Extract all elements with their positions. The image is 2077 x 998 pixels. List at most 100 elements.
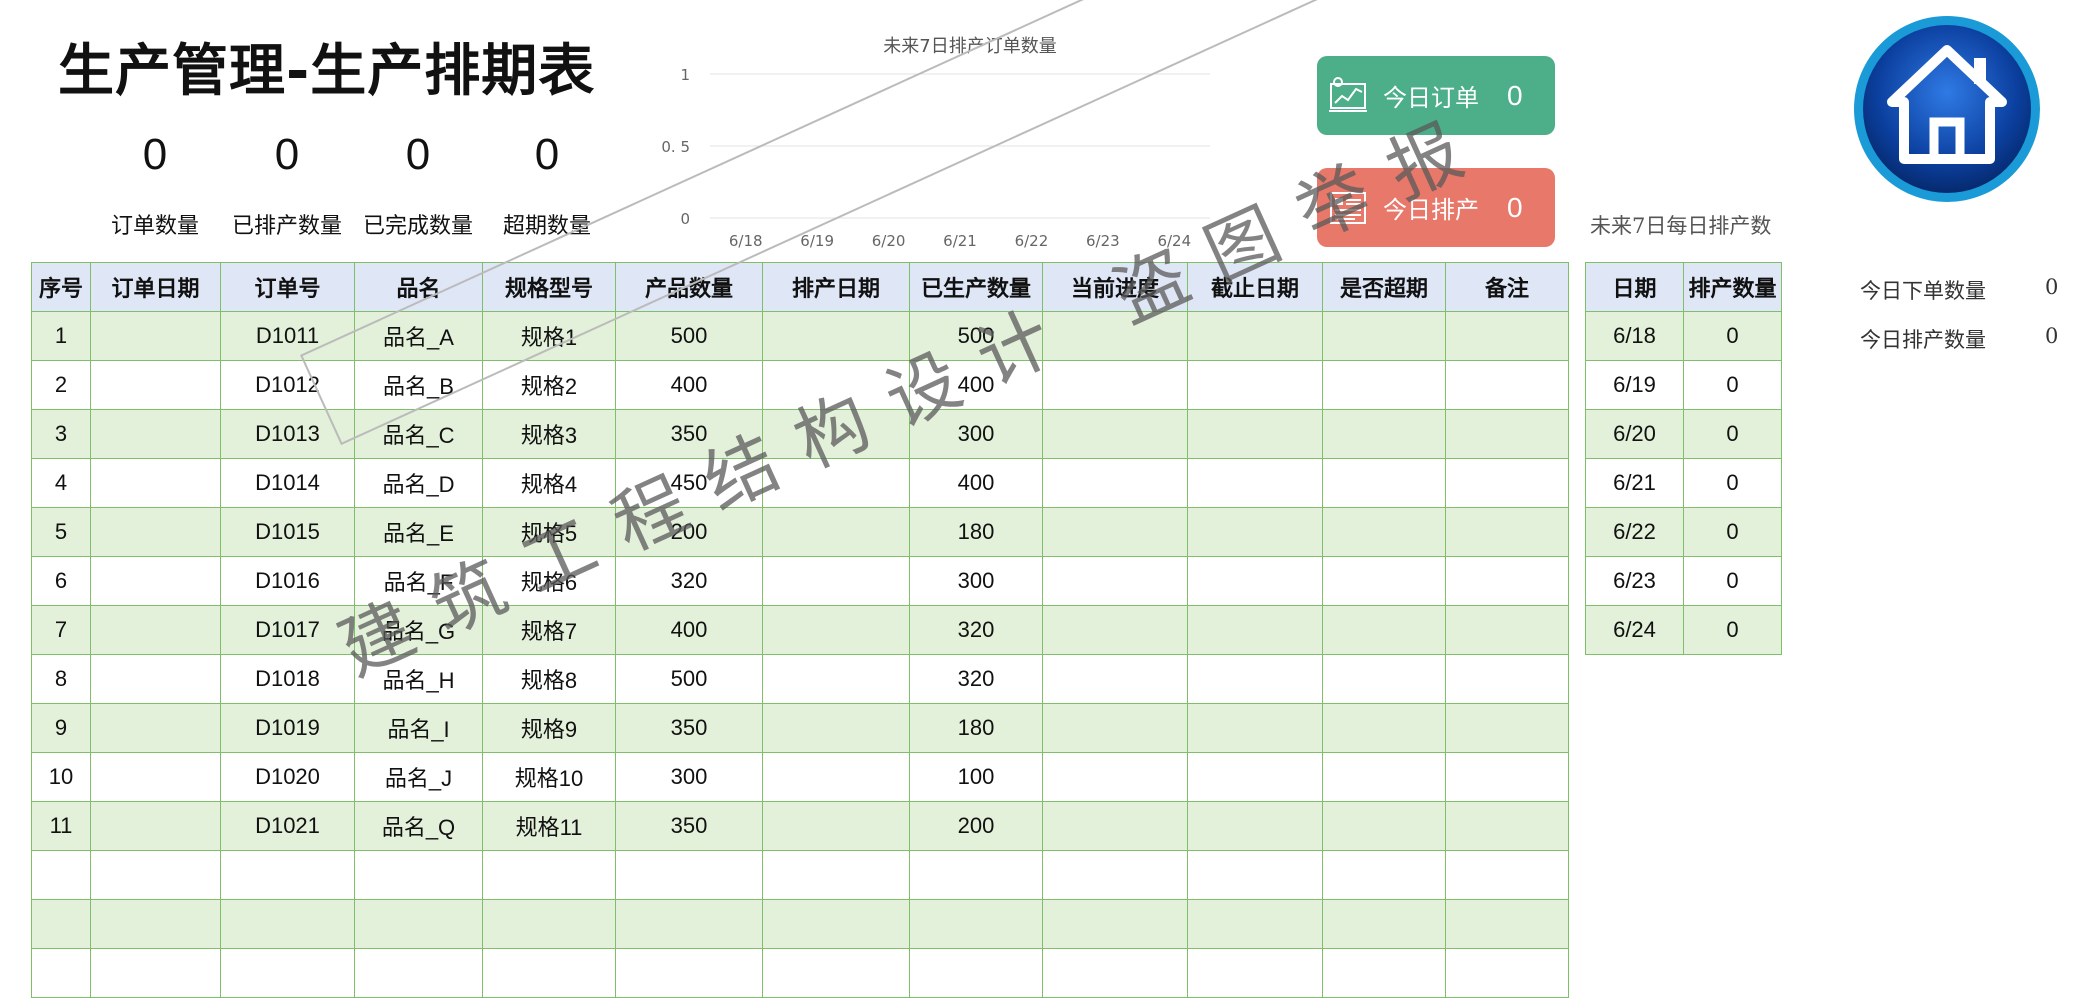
schedule-cell[interactable]: 500	[615, 654, 763, 704]
schedule-cell[interactable]	[615, 899, 763, 949]
schedule-cell[interactable]	[90, 752, 221, 802]
schedule-cell[interactable]: 400	[615, 360, 763, 410]
schedule-cell[interactable]	[1445, 948, 1569, 998]
schedule-cell[interactable]	[1042, 556, 1188, 606]
schedule-cell[interactable]	[90, 850, 221, 900]
schedule-cell[interactable]: 400	[615, 605, 763, 655]
schedule-cell[interactable]	[909, 948, 1043, 998]
schedule-cell[interactable]	[1042, 409, 1188, 459]
schedule-cell[interactable]: 规格7	[482, 605, 616, 655]
schedule-cell[interactable]	[1445, 752, 1569, 802]
schedule-cell[interactable]: 规格8	[482, 654, 616, 704]
schedule-cell[interactable]: 规格10	[482, 752, 616, 802]
schedule-cell[interactable]: 品名_Q	[354, 801, 483, 851]
schedule-cell[interactable]: 300	[615, 752, 763, 802]
schedule-cell[interactable]: 5	[31, 507, 91, 557]
schedule-cell[interactable]	[90, 507, 221, 557]
schedule-cell[interactable]: 320	[615, 556, 763, 606]
schedule-cell[interactable]: D1020	[220, 752, 355, 802]
schedule-cell[interactable]: 规格5	[482, 507, 616, 557]
schedule-cell[interactable]	[1445, 654, 1569, 704]
schedule-cell[interactable]	[1187, 556, 1323, 606]
schedule-cell[interactable]	[762, 458, 910, 508]
schedule-cell[interactable]	[1187, 899, 1323, 949]
daily-cell[interactable]: 6/18	[1585, 311, 1684, 361]
schedule-cell[interactable]	[90, 948, 221, 998]
schedule-cell[interactable]: 7	[31, 605, 91, 655]
schedule-cell[interactable]: 规格3	[482, 409, 616, 459]
daily-cell[interactable]: 0	[1683, 360, 1782, 410]
schedule-cell[interactable]: D1018	[220, 654, 355, 704]
schedule-cell[interactable]: 6	[31, 556, 91, 606]
today-orders-button[interactable]: 今日订单 0	[1317, 56, 1555, 135]
schedule-cell[interactable]: 200	[909, 801, 1043, 851]
schedule-cell[interactable]: D1013	[220, 409, 355, 459]
schedule-cell[interactable]	[762, 850, 910, 900]
schedule-cell[interactable]: 品名_A	[354, 311, 483, 361]
schedule-cell[interactable]	[90, 409, 221, 459]
schedule-cell[interactable]: D1021	[220, 801, 355, 851]
schedule-cell[interactable]	[1187, 605, 1323, 655]
schedule-cell[interactable]: 品名_D	[354, 458, 483, 508]
schedule-cell[interactable]	[354, 850, 483, 900]
schedule-cell[interactable]: 350	[615, 409, 763, 459]
schedule-cell[interactable]: D1015	[220, 507, 355, 557]
schedule-cell[interactable]	[354, 899, 483, 949]
schedule-cell[interactable]: 8	[31, 654, 91, 704]
today-schedule-button[interactable]: 今日排产 0	[1317, 168, 1555, 247]
schedule-cell[interactable]	[1445, 360, 1569, 410]
schedule-cell[interactable]	[1042, 703, 1188, 753]
schedule-cell[interactable]	[1322, 458, 1446, 508]
daily-cell[interactable]: 0	[1683, 507, 1782, 557]
daily-cell[interactable]: 6/20	[1585, 409, 1684, 459]
schedule-cell[interactable]	[1187, 507, 1323, 557]
schedule-cell[interactable]	[1322, 605, 1446, 655]
schedule-cell[interactable]	[1042, 605, 1188, 655]
schedule-cell[interactable]	[1445, 409, 1569, 459]
schedule-cell[interactable]	[1322, 556, 1446, 606]
schedule-cell[interactable]	[1187, 752, 1323, 802]
schedule-cell[interactable]: 320	[909, 605, 1043, 655]
schedule-cell[interactable]	[1187, 458, 1323, 508]
schedule-cell[interactable]	[90, 801, 221, 851]
schedule-cell[interactable]: D1017	[220, 605, 355, 655]
schedule-cell[interactable]: 1	[31, 311, 91, 361]
schedule-cell[interactable]	[1187, 311, 1323, 361]
daily-cell[interactable]: 0	[1683, 605, 1782, 655]
schedule-cell[interactable]	[1322, 507, 1446, 557]
schedule-cell[interactable]	[482, 948, 616, 998]
schedule-cell[interactable]: 4	[31, 458, 91, 508]
schedule-cell[interactable]	[90, 556, 221, 606]
schedule-cell[interactable]	[31, 899, 91, 949]
schedule-cell[interactable]	[762, 311, 910, 361]
schedule-cell[interactable]	[1042, 507, 1188, 557]
schedule-cell[interactable]: 品名_C	[354, 409, 483, 459]
schedule-cell[interactable]: D1016	[220, 556, 355, 606]
schedule-cell[interactable]	[762, 360, 910, 410]
schedule-cell[interactable]	[615, 948, 763, 998]
daily-cell[interactable]: 6/21	[1585, 458, 1684, 508]
schedule-cell[interactable]	[1322, 752, 1446, 802]
schedule-cell[interactable]	[1445, 605, 1569, 655]
schedule-cell[interactable]	[762, 899, 910, 949]
schedule-cell[interactable]	[1187, 948, 1323, 998]
schedule-cell[interactable]	[762, 507, 910, 557]
schedule-cell[interactable]: 11	[31, 801, 91, 851]
schedule-cell[interactable]	[1322, 948, 1446, 998]
schedule-cell[interactable]	[762, 556, 910, 606]
schedule-cell[interactable]	[1322, 899, 1446, 949]
schedule-cell[interactable]	[1187, 703, 1323, 753]
daily-cell[interactable]: 0	[1683, 409, 1782, 459]
schedule-cell[interactable]	[31, 948, 91, 998]
schedule-cell[interactable]: 100	[909, 752, 1043, 802]
schedule-cell[interactable]	[90, 654, 221, 704]
schedule-cell[interactable]	[1322, 703, 1446, 753]
schedule-cell[interactable]: 品名_E	[354, 507, 483, 557]
schedule-cell[interactable]	[31, 850, 91, 900]
schedule-cell[interactable]	[1322, 654, 1446, 704]
daily-cell[interactable]: 0	[1683, 311, 1782, 361]
schedule-cell[interactable]	[1042, 752, 1188, 802]
schedule-cell[interactable]: 500	[909, 311, 1043, 361]
daily-cell[interactable]: 0	[1683, 458, 1782, 508]
schedule-cell[interactable]	[482, 850, 616, 900]
